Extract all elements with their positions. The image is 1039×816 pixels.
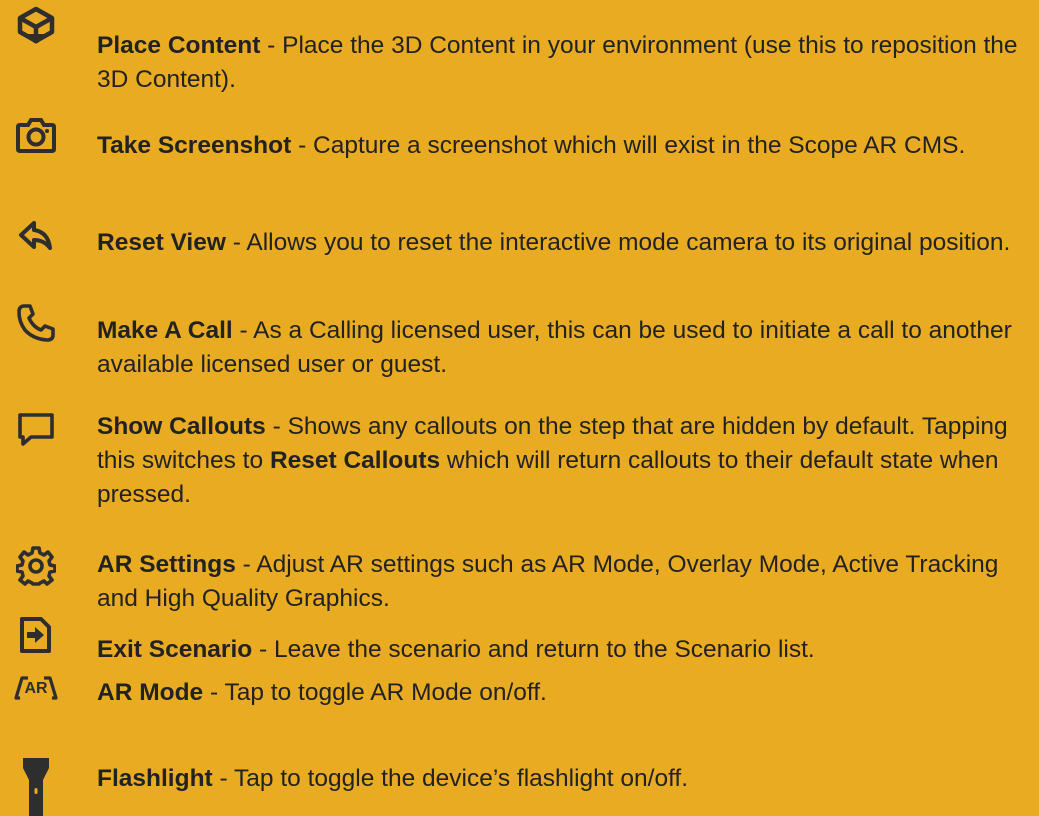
ar-mode-text: AR Mode - Tap to toggle AR Mode on/off. bbox=[97, 676, 1027, 710]
take-screenshot-description: - Capture a screenshot which will exist … bbox=[291, 132, 966, 159]
reset-view-description: - Allows you to reset the interactive mo… bbox=[225, 229, 1011, 256]
place-content-title: Place Content bbox=[97, 32, 261, 59]
ar-mode-icon: AR bbox=[10, 674, 62, 726]
make-a-call-description: - As a Calling licensed user, this can b… bbox=[97, 317, 1012, 378]
place-content-icon bbox=[10, 6, 62, 58]
ar-mode-title: AR Mode bbox=[97, 679, 204, 706]
ar-settings-title: AR Settings bbox=[97, 551, 236, 578]
show-callouts-text: Show Callouts - Shows any callouts on th… bbox=[97, 410, 1027, 512]
ar-settings-text: AR Settings - Adjust AR settings such as… bbox=[97, 548, 1027, 616]
phone-icon bbox=[10, 303, 62, 355]
make-a-call-text: Make A Call - As a Calling licensed user… bbox=[97, 314, 1027, 382]
ar-mode-description: - Tap to toggle AR Mode on/off. bbox=[203, 679, 547, 706]
gear-icon bbox=[10, 546, 62, 598]
reset-view-text: Reset View - Allows you to reset the int… bbox=[97, 226, 1027, 260]
exit-scenario-description: - Leave the scenario and return to the S… bbox=[252, 636, 815, 663]
make-a-call-title: Make A Call bbox=[97, 317, 233, 344]
show-callouts-title: Show Callouts bbox=[97, 413, 266, 440]
exit-icon bbox=[10, 616, 62, 668]
camera-icon bbox=[10, 117, 62, 169]
reset-callouts-title: Reset Callouts bbox=[269, 447, 441, 474]
callout-icon bbox=[10, 412, 62, 464]
reset-view-title: Reset View bbox=[97, 229, 226, 256]
place-content-text: Place Content - Place the 3D Content in … bbox=[97, 29, 1027, 97]
svg-text:AR: AR bbox=[24, 680, 48, 697]
reset-view-icon bbox=[10, 218, 62, 270]
flashlight-text: Flashlight - Tap to toggle the device’s … bbox=[97, 762, 1027, 796]
flashlight-description: - Tap to toggle the device’s flashlight … bbox=[212, 765, 689, 792]
flashlight-title: Flashlight bbox=[97, 765, 213, 792]
take-screenshot-text: Take Screenshot - Capture a screenshot w… bbox=[97, 129, 1027, 163]
exit-scenario-title: Exit Scenario bbox=[97, 636, 253, 663]
flashlight-icon bbox=[10, 756, 62, 816]
exit-scenario-text: Exit Scenario - Leave the scenario and r… bbox=[97, 633, 1027, 667]
take-screenshot-title: Take Screenshot bbox=[97, 132, 292, 159]
